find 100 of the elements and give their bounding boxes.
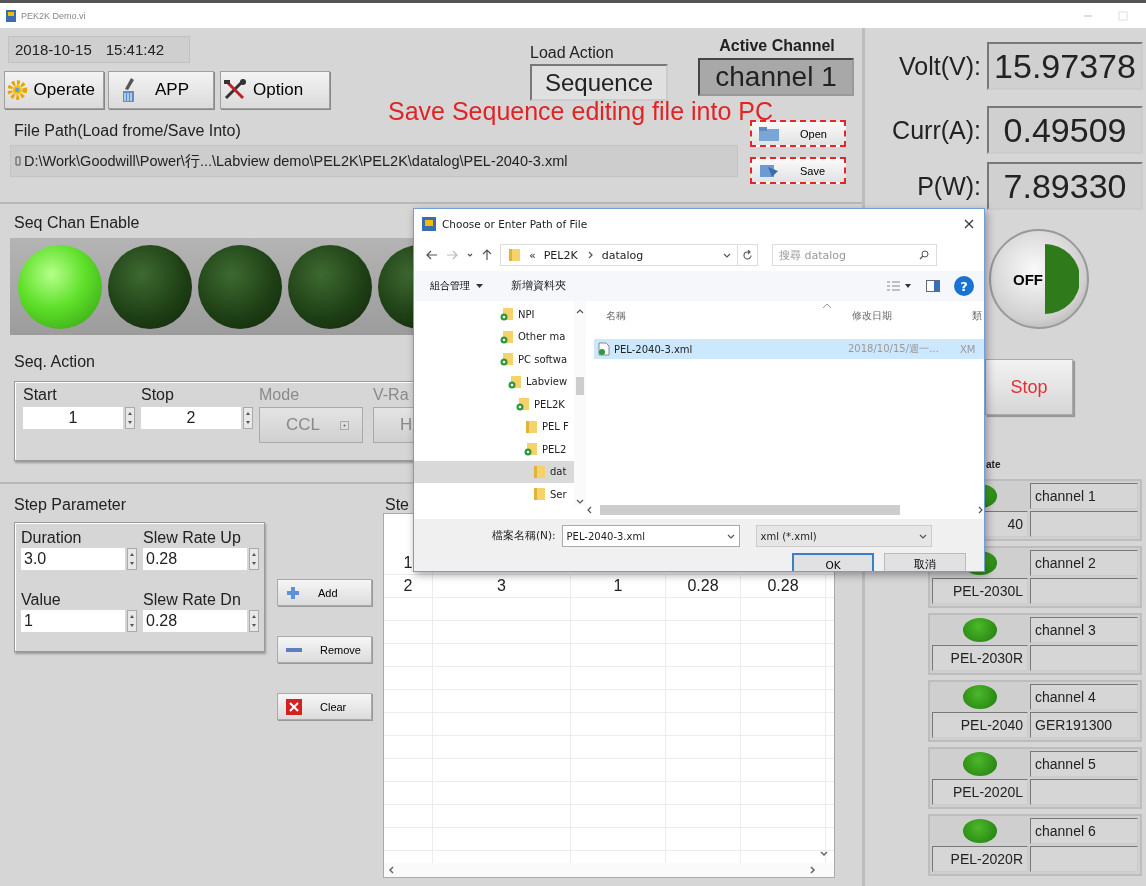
tree-item[interactable]: Other ma — [414, 325, 574, 348]
scroll-down-icon[interactable] — [820, 851, 828, 857]
dialog-title: Choose or Enter Path of File — [442, 218, 588, 230]
column-header[interactable]: 類 — [972, 309, 984, 323]
number-field[interactable]: 0.28 — [143, 548, 247, 570]
scroll-up-icon[interactable] — [576, 307, 584, 315]
search-field[interactable]: 搜尋 datalog — [772, 244, 937, 266]
folder-icon — [532, 487, 546, 502]
column-header[interactable]: 名稱 — [606, 309, 852, 323]
readout-label: Curr(A): — [891, 115, 982, 145]
number-field[interactable]: 2 — [141, 407, 241, 429]
open-button[interactable]: Open — [750, 120, 846, 147]
address-bar[interactable]: « PEL2K datalog — [500, 244, 738, 266]
number-field[interactable]: 1 — [23, 407, 123, 429]
field-label: Value — [21, 591, 62, 609]
remove-button[interactable]: Remove — [277, 636, 372, 663]
breadcrumb-item[interactable]: PEL2K — [543, 248, 578, 262]
folder-icon — [500, 352, 514, 367]
dropdown-icon — [340, 420, 349, 430]
spin-arrows-icon[interactable] — [249, 548, 259, 570]
breadcrumb-item[interactable]: « — [529, 248, 536, 262]
tree-item[interactable]: NPI — [414, 303, 574, 326]
scroll-left-icon[interactable] — [586, 506, 594, 514]
column-header[interactable]: 修改日期 — [852, 309, 972, 323]
folder-icon — [516, 397, 530, 412]
filename-field[interactable]: PEL-2040-3.xml — [561, 525, 740, 547]
folder-icon — [758, 125, 780, 142]
date-text: 2018-10-15 — [15, 41, 92, 58]
model-name: PEL-2040 — [932, 712, 1028, 738]
caret-icon — [476, 283, 483, 289]
scroll-right-icon[interactable] — [976, 506, 984, 514]
tree-item[interactable]: PEL2 — [414, 438, 574, 461]
number-field[interactable]: 1 — [21, 610, 125, 632]
field-label: V-Ra — [373, 386, 410, 404]
ok-button[interactable]: OK — [792, 553, 874, 571]
preview-pane-icon[interactable] — [926, 280, 940, 292]
cancel-button[interactable]: 取消 — [884, 553, 966, 571]
table-cell: 0.28 — [741, 575, 826, 597]
scroll-left-icon[interactable] — [388, 866, 394, 874]
breadcrumb-item[interactable]: datalog — [601, 248, 644, 262]
scrollbar-thumb[interactable] — [600, 505, 900, 515]
help-button[interactable]: ? — [954, 276, 974, 296]
spin-arrows-icon[interactable] — [127, 610, 137, 632]
spin-arrows-icon[interactable] — [243, 407, 253, 429]
time-text: 15:41:42 — [105, 41, 165, 58]
tree-item[interactable]: Ser — [414, 483, 574, 506]
folder-icon — [507, 248, 521, 262]
tree-item[interactable]: Labview — [414, 370, 574, 393]
save-button[interactable]: Save — [750, 157, 846, 184]
path-field[interactable]: D:\Work\Goodwill\Power\行...\Labview demo\PEL2K\PEL2K\datalog\PEL-2040-3.xml — [10, 145, 738, 177]
scroll-right-icon[interactable] — [810, 866, 816, 874]
app-icon — [6, 9, 16, 22]
section-label: Seq Chan Enable — [13, 213, 140, 233]
stop-button[interactable]: Stop — [985, 359, 1073, 415]
tree-item[interactable]: PC softwa — [414, 348, 574, 371]
tree-item[interactable]: PEL2K — [414, 393, 574, 416]
filetype-dropdown[interactable]: xml (*.xml) — [755, 525, 932, 547]
number-field[interactable]: 0.28 — [143, 610, 247, 632]
field-label: Slew Rate Up — [143, 529, 242, 547]
clear-button[interactable]: Clear — [277, 693, 372, 720]
back-icon[interactable] — [426, 250, 438, 260]
number-field[interactable]: 3.0 — [21, 548, 125, 570]
caret-icon[interactable] — [918, 532, 927, 540]
spin-arrows-icon[interactable] — [125, 407, 135, 429]
spin-arrows-icon[interactable] — [127, 548, 137, 570]
caret-icon[interactable] — [466, 251, 474, 259]
spin-arrows-icon[interactable] — [249, 610, 259, 632]
channel-name: channel 2 — [1030, 550, 1138, 576]
model-name: PEL-2020L — [932, 779, 1028, 805]
readout-value: 7.89330 — [987, 162, 1143, 210]
field-label: Load Action — [530, 44, 615, 62]
toolbar-button[interactable]: Operate — [4, 71, 104, 109]
close-icon[interactable] — [964, 219, 974, 229]
indicator-icon — [1045, 244, 1079, 314]
folder-tree[interactable]: NPI Other ma PC softwa Labview PEL2K PEL F PEL2 dat Ser — [414, 301, 574, 506]
table-cell: 0.28 — [666, 575, 741, 597]
field-label: Slew Rate Dn — [143, 591, 242, 609]
field-label: Start — [23, 386, 58, 404]
toolbar-button[interactable]: Option — [220, 71, 330, 109]
field-label: Active Channel — [718, 37, 836, 55]
scroll-down-icon[interactable] — [576, 497, 584, 506]
caret-icon[interactable] — [723, 251, 731, 259]
new-folder-button[interactable]: 新增資料夾 — [511, 279, 566, 293]
scrollbar-thumb[interactable] — [576, 377, 584, 396]
tree-item[interactable]: PEL F — [414, 415, 574, 438]
readout-value: 0.49509 — [987, 106, 1143, 154]
path-icon — [15, 156, 21, 166]
sort-icon[interactable] — [822, 303, 832, 309]
field-label: 檔案名稱(N): — [492, 529, 556, 543]
add-button[interactable]: Add — [277, 579, 372, 606]
model-name: PEL-2030R — [932, 645, 1028, 671]
refresh-icon[interactable] — [742, 249, 753, 261]
caret-icon[interactable] — [726, 532, 735, 540]
up-icon[interactable] — [482, 249, 492, 261]
tree-item[interactable]: dat — [414, 460, 574, 483]
output-switch[interactable]: OFF — [989, 229, 1089, 329]
folder-icon — [500, 307, 514, 322]
organize-menu[interactable]: 組合管理 — [430, 279, 483, 293]
toolbar-button[interactable]: APP — [108, 71, 214, 109]
view-options-icon[interactable] — [886, 280, 912, 292]
